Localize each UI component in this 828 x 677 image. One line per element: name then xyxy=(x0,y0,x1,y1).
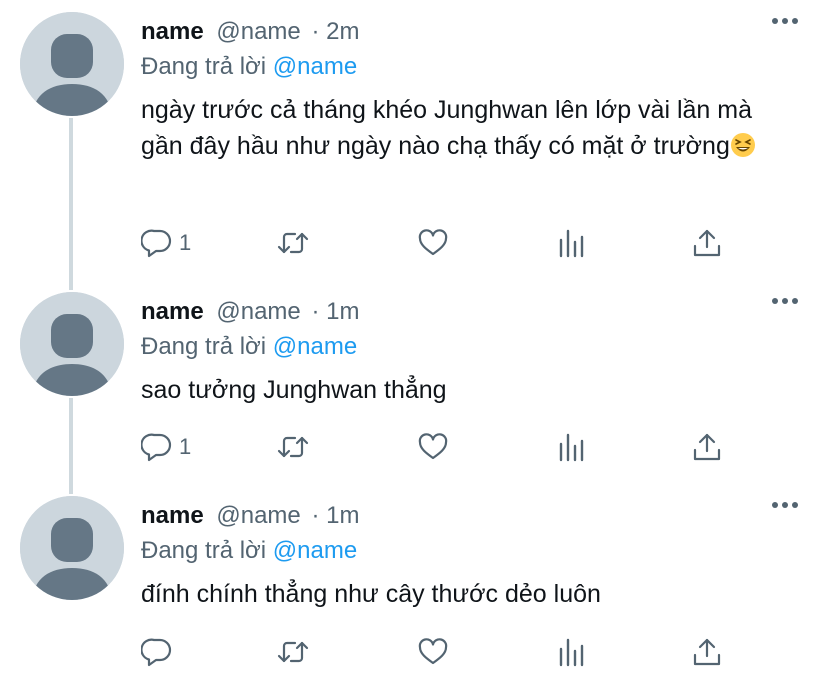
display-name[interactable]: name xyxy=(141,18,204,45)
replying-prefix: Đang trả lời xyxy=(141,53,267,80)
retweet-button[interactable] xyxy=(277,225,309,261)
mention-link[interactable]: @name xyxy=(273,333,357,360)
avatar[interactable] xyxy=(20,292,124,396)
views-button[interactable] xyxy=(556,634,588,670)
tweet[interactable]: name @name · 2m Đang trả lời @name ngày … xyxy=(0,0,828,290)
timestamp[interactable]: · 2m xyxy=(311,18,359,45)
share-icon xyxy=(693,229,721,257)
replying-prefix: Đang trả lời xyxy=(141,537,267,564)
tweet-text-content: ngày trước cả tháng khéo Junghwan lên lớ… xyxy=(141,96,752,160)
handle[interactable]: @name xyxy=(216,18,300,45)
timestamp[interactable]: · 1m xyxy=(311,502,359,529)
tweet-actions: 1 xyxy=(141,225,741,265)
reply-count: 1 xyxy=(179,230,192,255)
heart-icon xyxy=(418,229,448,256)
analytics-icon xyxy=(559,433,584,462)
more-icon[interactable] xyxy=(772,16,798,26)
default-avatar-icon xyxy=(20,12,124,116)
like-button[interactable] xyxy=(417,429,449,465)
views-button[interactable] xyxy=(556,429,588,465)
retweet-button[interactable] xyxy=(277,634,309,670)
tweet-header: name @name · 2m xyxy=(141,18,359,46)
retweet-icon xyxy=(277,436,309,458)
default-avatar-icon xyxy=(20,496,124,600)
share-button[interactable] xyxy=(691,429,723,465)
tweet-actions: 1 xyxy=(141,429,741,469)
more-icon[interactable] xyxy=(772,296,798,306)
like-button[interactable] xyxy=(417,225,449,261)
heart-icon xyxy=(418,433,448,460)
replying-to: Đang trả lời @name xyxy=(141,52,357,82)
default-avatar-icon xyxy=(20,292,124,396)
tweet-header: name @name · 1m xyxy=(141,298,359,326)
reply-icon xyxy=(141,229,172,258)
reply-count: 1 xyxy=(179,434,192,459)
tweet-header: name @name · 1m xyxy=(141,502,359,530)
analytics-icon xyxy=(559,638,584,667)
retweet-icon xyxy=(277,641,309,663)
display-name[interactable]: name xyxy=(141,298,204,325)
avatar[interactable] xyxy=(20,496,124,600)
handle[interactable]: @name xyxy=(216,502,300,529)
tweet[interactable]: name @name · 1m Đang trả lời @name sao t… xyxy=(0,280,828,494)
avatar[interactable] xyxy=(20,12,124,116)
replying-prefix: Đang trả lời xyxy=(141,333,267,360)
more-icon[interactable] xyxy=(772,500,798,510)
like-button[interactable] xyxy=(417,634,449,670)
retweet-button[interactable] xyxy=(277,429,309,465)
share-button[interactable] xyxy=(691,225,723,261)
share-icon xyxy=(693,638,721,666)
handle[interactable]: @name xyxy=(216,298,300,325)
reply-button[interactable] xyxy=(141,634,179,670)
timestamp[interactable]: · 1m xyxy=(311,298,359,325)
analytics-icon xyxy=(559,229,584,258)
replying-to: Đang trả lời @name xyxy=(141,536,357,566)
share-icon xyxy=(693,433,721,461)
tweet-text: ngày trước cả tháng khéo Junghwan lên lớ… xyxy=(141,92,791,164)
replying-to: Đang trả lời @name xyxy=(141,332,357,362)
display-name[interactable]: name xyxy=(141,502,204,529)
grinning-squinting-face-icon xyxy=(730,133,755,157)
heart-icon xyxy=(418,638,448,665)
reply-icon xyxy=(141,433,172,462)
views-button[interactable] xyxy=(556,225,588,261)
reply-button[interactable]: 1 xyxy=(141,225,191,261)
reply-button[interactable]: 1 xyxy=(141,429,191,465)
tweet[interactable]: name @name · 1m Đang trả lời @name đính … xyxy=(0,484,828,677)
mention-link[interactable]: @name xyxy=(273,537,357,564)
tweet-text: sao tưởng Junghwan thẳng xyxy=(141,376,447,404)
mention-link[interactable]: @name xyxy=(273,53,357,80)
reply-icon xyxy=(141,638,172,667)
share-button[interactable] xyxy=(691,634,723,670)
retweet-icon xyxy=(277,232,309,254)
tweet-actions xyxy=(141,634,741,674)
tweet-text: đính chính thẳng như cây thước dẻo luôn xyxy=(141,580,601,608)
